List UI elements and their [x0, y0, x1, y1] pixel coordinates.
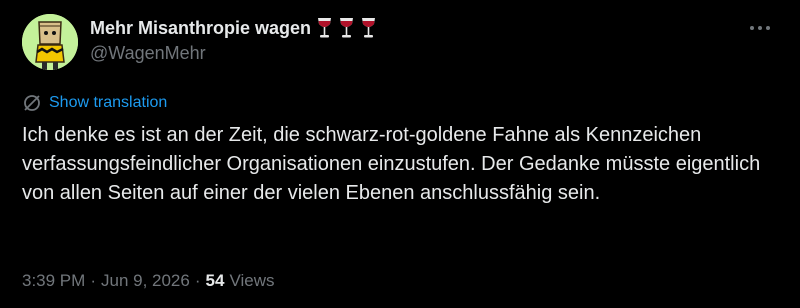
emoji-group [316, 17, 377, 39]
tweet-card: Mehr Misanthropie wagen @WagenMehr Show … [0, 0, 800, 308]
show-translation-row[interactable]: Show translation [22, 93, 167, 113]
more-horizontal-icon [750, 26, 770, 30]
tweet-time[interactable]: 3:39 PM [22, 271, 85, 291]
wine-glass-icon [318, 18, 332, 38]
separator: · [90, 271, 96, 290]
wine-glass-icon [340, 18, 354, 38]
views-label: Views [229, 271, 275, 290]
more-options-button[interactable] [746, 20, 774, 36]
translate-icon [24, 95, 40, 111]
author-display-name[interactable]: Mehr Misanthropie wagen [90, 17, 377, 39]
display-name-text[interactable]: Mehr Misanthropie wagen [90, 18, 311, 39]
views-count: 54 [205, 271, 225, 290]
wine-glass-icon [362, 18, 376, 38]
tweet-text: Ich denke es ist an der Zeit, die schwar… [22, 124, 761, 204]
tweet-meta: 3:39 PM · Jun 9, 2026 · 54 Views [22, 271, 274, 291]
cartoon-character-paper-bag-avatar-icon [22, 14, 78, 70]
author-handle[interactable]: @WagenMehr [90, 43, 206, 64]
avatar[interactable] [22, 14, 78, 70]
separator: · [194, 271, 201, 290]
show-translation-link[interactable]: Show translation [49, 94, 167, 112]
tweet-date[interactable]: Jun 9, 2026 [101, 271, 190, 291]
